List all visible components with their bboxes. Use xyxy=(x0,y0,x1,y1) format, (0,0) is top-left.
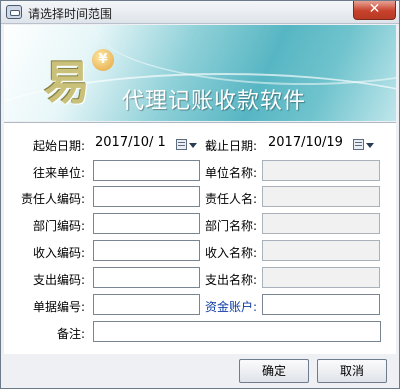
owner-name-label: 责任人名: xyxy=(205,192,258,206)
contact-unit-label: 往来单位: xyxy=(33,166,86,180)
dept-name-label: 部门名称: xyxy=(205,219,258,233)
owner-code-input[interactable] xyxy=(93,186,200,207)
dept-name-field xyxy=(262,213,380,234)
contact-unit-input[interactable] xyxy=(93,160,200,181)
expense-code-label: 支出编码: xyxy=(33,273,86,287)
chevron-down-icon[interactable] xyxy=(189,143,197,148)
dialog-window: 请选择时间范围 ✕ 易 ¥ 代理记账收款软件 起始日期: 2017/10/ 1 … xyxy=(0,0,400,389)
ok-button[interactable]: 确定 xyxy=(239,359,309,383)
title-bar[interactable]: 请选择时间范围 ✕ xyxy=(1,1,399,24)
product-name: 代理记账收款软件 xyxy=(122,89,307,114)
expense-code-input[interactable] xyxy=(93,267,200,288)
expense-name-field xyxy=(262,267,380,288)
income-code-input[interactable] xyxy=(93,240,200,261)
close-button[interactable]: ✕ xyxy=(353,1,396,20)
start-date-label: 起始日期: xyxy=(33,139,86,153)
coin-icon: ¥ xyxy=(92,49,114,71)
income-code-label: 收入编码: xyxy=(33,246,86,260)
banner: 易 ¥ 代理记账收款软件 xyxy=(4,25,396,121)
remark-input[interactable] xyxy=(93,321,381,342)
calendar-icon[interactable] xyxy=(353,139,364,150)
owner-code-label: 责任人编码: xyxy=(21,192,86,206)
unit-name-field xyxy=(262,160,380,181)
owner-name-field xyxy=(262,186,380,207)
chevron-down-icon[interactable] xyxy=(366,143,374,148)
calendar-icon[interactable] xyxy=(176,139,187,150)
remark-label: 备注: xyxy=(57,327,86,341)
fund-account-input[interactable] xyxy=(262,294,380,315)
expense-name-label: 支出名称: xyxy=(205,273,258,287)
app-icon xyxy=(6,5,22,19)
cancel-button[interactable]: 取消 xyxy=(317,359,387,383)
unit-name-label: 单位名称: xyxy=(205,166,258,180)
end-date-label: 截止日期: xyxy=(205,139,258,153)
fund-account-link[interactable]: 资金账户: xyxy=(205,298,257,315)
income-name-field xyxy=(262,240,380,261)
doc-no-label: 单据编号: xyxy=(33,300,86,314)
filter-form: 起始日期: 2017/10/ 1 截止日期: 2017/10/19 往来单位: … xyxy=(4,122,396,354)
doc-no-input[interactable] xyxy=(93,294,200,315)
dept-code-input[interactable] xyxy=(93,213,200,234)
window-title: 请选择时间范围 xyxy=(28,7,113,21)
income-name-label: 收入名称: xyxy=(205,246,258,260)
dept-code-label: 部门编码: xyxy=(33,219,86,233)
logo-icon: 易 xyxy=(44,56,90,110)
dialog-footer: 确定 取消 xyxy=(4,354,396,387)
